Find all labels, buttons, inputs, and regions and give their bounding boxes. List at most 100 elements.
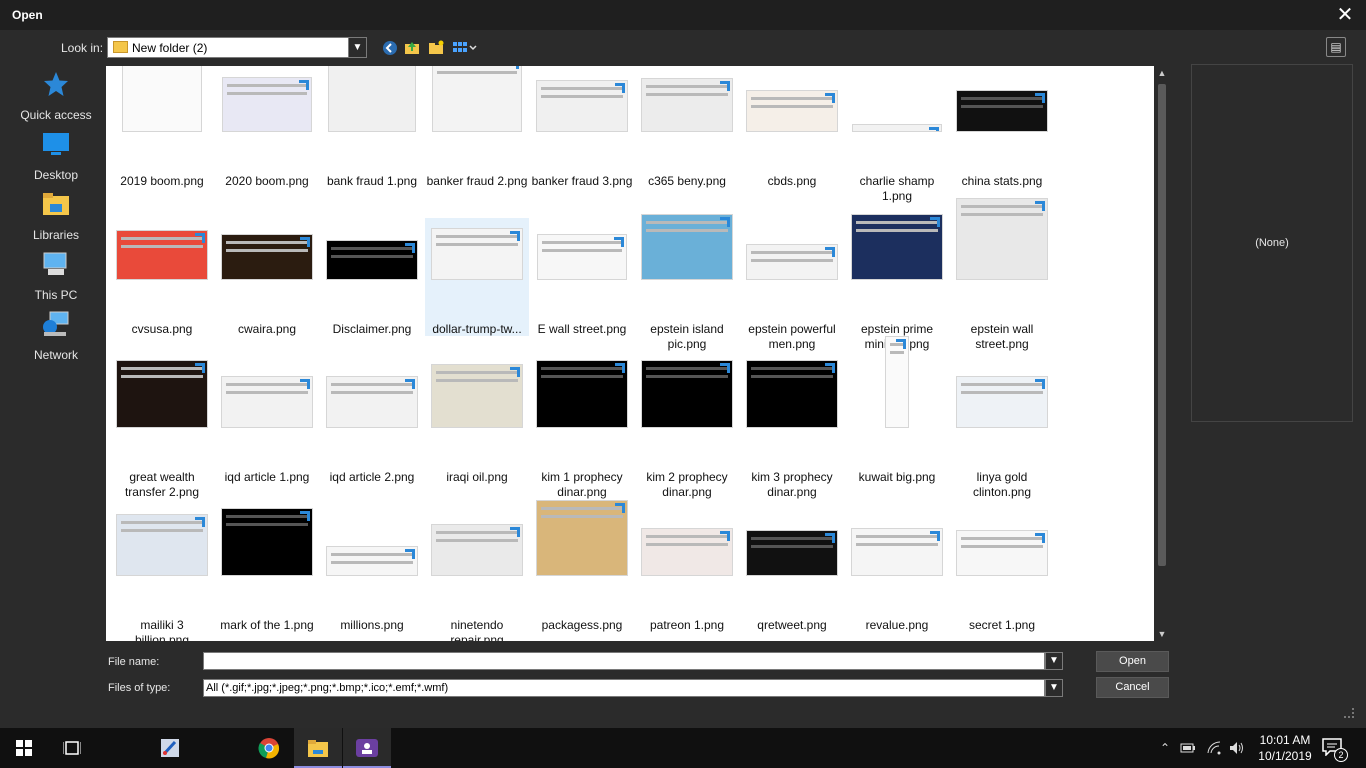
place-label: Libraries [32,228,80,242]
thumbnail-text-line [121,375,203,378]
vertical-scrollbar[interactable]: ▲ ▼ [1154,66,1170,641]
file-item[interactable]: kim 1 prophecy dinar.png [530,360,634,499]
thumbnail-text-line [436,235,518,238]
chevron-down-icon[interactable]: ▼ [1045,652,1063,670]
thumbnail-text-line [437,71,517,74]
file-item[interactable]: c365 beny.png [635,70,739,188]
chrome-button[interactable] [245,728,293,768]
file-item[interactable]: china stats.png [950,70,1054,188]
close-button[interactable]: ✕ [1334,4,1356,26]
file-name-label: charlie shamp 1.png [845,174,949,204]
file-item[interactable]: mark of the 1.png [215,508,319,632]
file-item[interactable]: revalue.png [845,514,949,632]
file-name-label: 2019 boom.png [110,174,214,189]
file-item[interactable]: epstein primeminister.png [845,214,949,351]
file-item[interactable]: epstein powerful men.png [740,218,844,351]
file-list[interactable]: 2019 boom.png 2020 boom.png bank fraud 1.p… [106,66,1154,641]
open-dialog: Open ✕ Look in: New folder (2) ▼ ▤ Quick… [0,0,1366,728]
file-item[interactable]: 2020 boom.png [215,70,319,188]
file-item[interactable]: dollar-trump-tw... [425,218,529,336]
file-name-input[interactable] [203,652,1045,670]
file-name-line: kim 1 prophecy [541,470,623,484]
file-item[interactable]: cwaira.png [215,218,319,336]
file-item[interactable]: E wall street.png [530,218,634,336]
file-item[interactable]: charlie shamp 1.png [845,70,949,203]
place-quick-access[interactable]: Quick access [18,70,94,128]
thumbnail-text-line [961,105,1043,108]
file-item[interactable]: linya gold clinton.png [950,366,1054,499]
shortcut-arrow-icon [615,83,625,93]
place-network[interactable]: Network [18,310,94,368]
clock[interactable]: 10:01 AM 10/1/2019 [1255,732,1315,764]
file-item[interactable]: patreon 1.png [635,514,739,632]
up-folder-icon[interactable] [403,39,421,57]
teams-app-button[interactable] [343,728,391,768]
file-item[interactable]: millions.png [320,514,424,632]
place-desktop[interactable]: Desktop [18,130,94,188]
scroll-down-icon[interactable]: ▼ [1154,627,1170,641]
file-explorer-button[interactable] [294,728,342,768]
chevron-up-icon[interactable]: ⌃ [1157,740,1173,756]
file-name-line: banker fraud 3.png [531,174,633,188]
wifi-icon[interactable] [1206,740,1222,756]
cancel-button[interactable]: Cancel [1096,677,1169,698]
look-in-combo[interactable]: New folder (2) ▼ [107,37,367,58]
file-item[interactable]: 2019 boom.png [110,66,214,189]
view-menu-icon[interactable] [451,39,477,57]
preview-pane-icon[interactable]: ▤ [1326,37,1346,57]
file-name-line: china stats.png [961,174,1043,188]
file-item[interactable]: banker fraud 2.png [425,66,529,188]
teams-app-icon [356,739,378,757]
action-center-button[interactable]: 2 [1322,738,1348,762]
file-name-line: iraqi oil.png [446,470,508,484]
file-item[interactable]: kim 2 prophecy dinar.png [635,360,739,499]
file-item[interactable]: bank fraud 1.png [320,66,424,188]
taskbar: ⌃ 10:01 AM 10/1/2019 2 [0,728,1366,768]
file-thumbnail [326,546,418,576]
file-item[interactable]: mailiki 3 billion.png [110,514,214,641]
star-icon [44,72,68,96]
file-item[interactable]: iraqi oil.png [425,364,529,484]
file-item[interactable]: kim 3 prophecy dinar.png [740,360,844,499]
task-view-button[interactable] [48,728,96,768]
scrollbar-thumb[interactable] [1158,84,1166,566]
file-item[interactable]: kuwait big.png [845,336,949,484]
new-folder-icon[interactable] [427,39,445,57]
battery-icon[interactable] [1180,740,1196,756]
file-item[interactable]: iqd article 1.png [215,366,319,484]
start-button[interactable] [0,728,48,768]
file-item[interactable]: ninetendo repair.png [425,514,529,641]
volume-icon[interactable] [1229,740,1245,756]
file-item[interactable]: secret 1.png [950,514,1054,632]
thumbnail-text-line [331,391,413,394]
thumbnail-text-line [751,367,833,370]
file-item[interactable]: banker fraud 3.png [530,70,634,188]
file-thumbnail [851,214,943,280]
clock-date: 10/1/2019 [1258,749,1312,763]
scroll-up-icon[interactable]: ▲ [1154,66,1170,80]
file-item[interactable]: iqd article 2.png [320,366,424,484]
shortcut-arrow-icon [300,379,310,389]
file-item[interactable]: epstein wall street.png [950,198,1054,351]
chevron-down-icon[interactable]: ▼ [348,38,366,57]
back-icon[interactable] [381,39,399,57]
file-item[interactable]: epstein island pic.png [635,214,739,351]
place-this-pc[interactable]: This PC [18,250,94,308]
file-item[interactable]: packagess.png [530,500,634,632]
file-thumbnail [956,376,1048,428]
open-button[interactable]: Open [1096,651,1169,672]
file-item[interactable]: cvsusa.png [110,218,214,336]
file-type-select[interactable]: All (*.gif;*.jpg;*.jpeg;*.png;*.bmp;*.ic… [203,679,1045,697]
shortcut-arrow-icon [720,531,730,541]
file-item[interactable]: great wealth transfer 2.png [110,360,214,499]
file-item[interactable]: Disclaimer.png [320,218,424,336]
resize-grip[interactable] [1344,708,1354,718]
thumbnail-text-line [226,391,308,394]
chevron-down-icon[interactable]: ▼ [1045,679,1063,697]
file-item[interactable]: cbds.png [740,70,844,188]
file-item[interactable]: qretweet.png [740,514,844,632]
place-libraries[interactable]: Libraries [18,190,94,248]
paint-app-button[interactable] [146,728,194,768]
file-name-line: patreon 1.png [649,618,725,632]
thumbnail-text-line [646,375,728,378]
